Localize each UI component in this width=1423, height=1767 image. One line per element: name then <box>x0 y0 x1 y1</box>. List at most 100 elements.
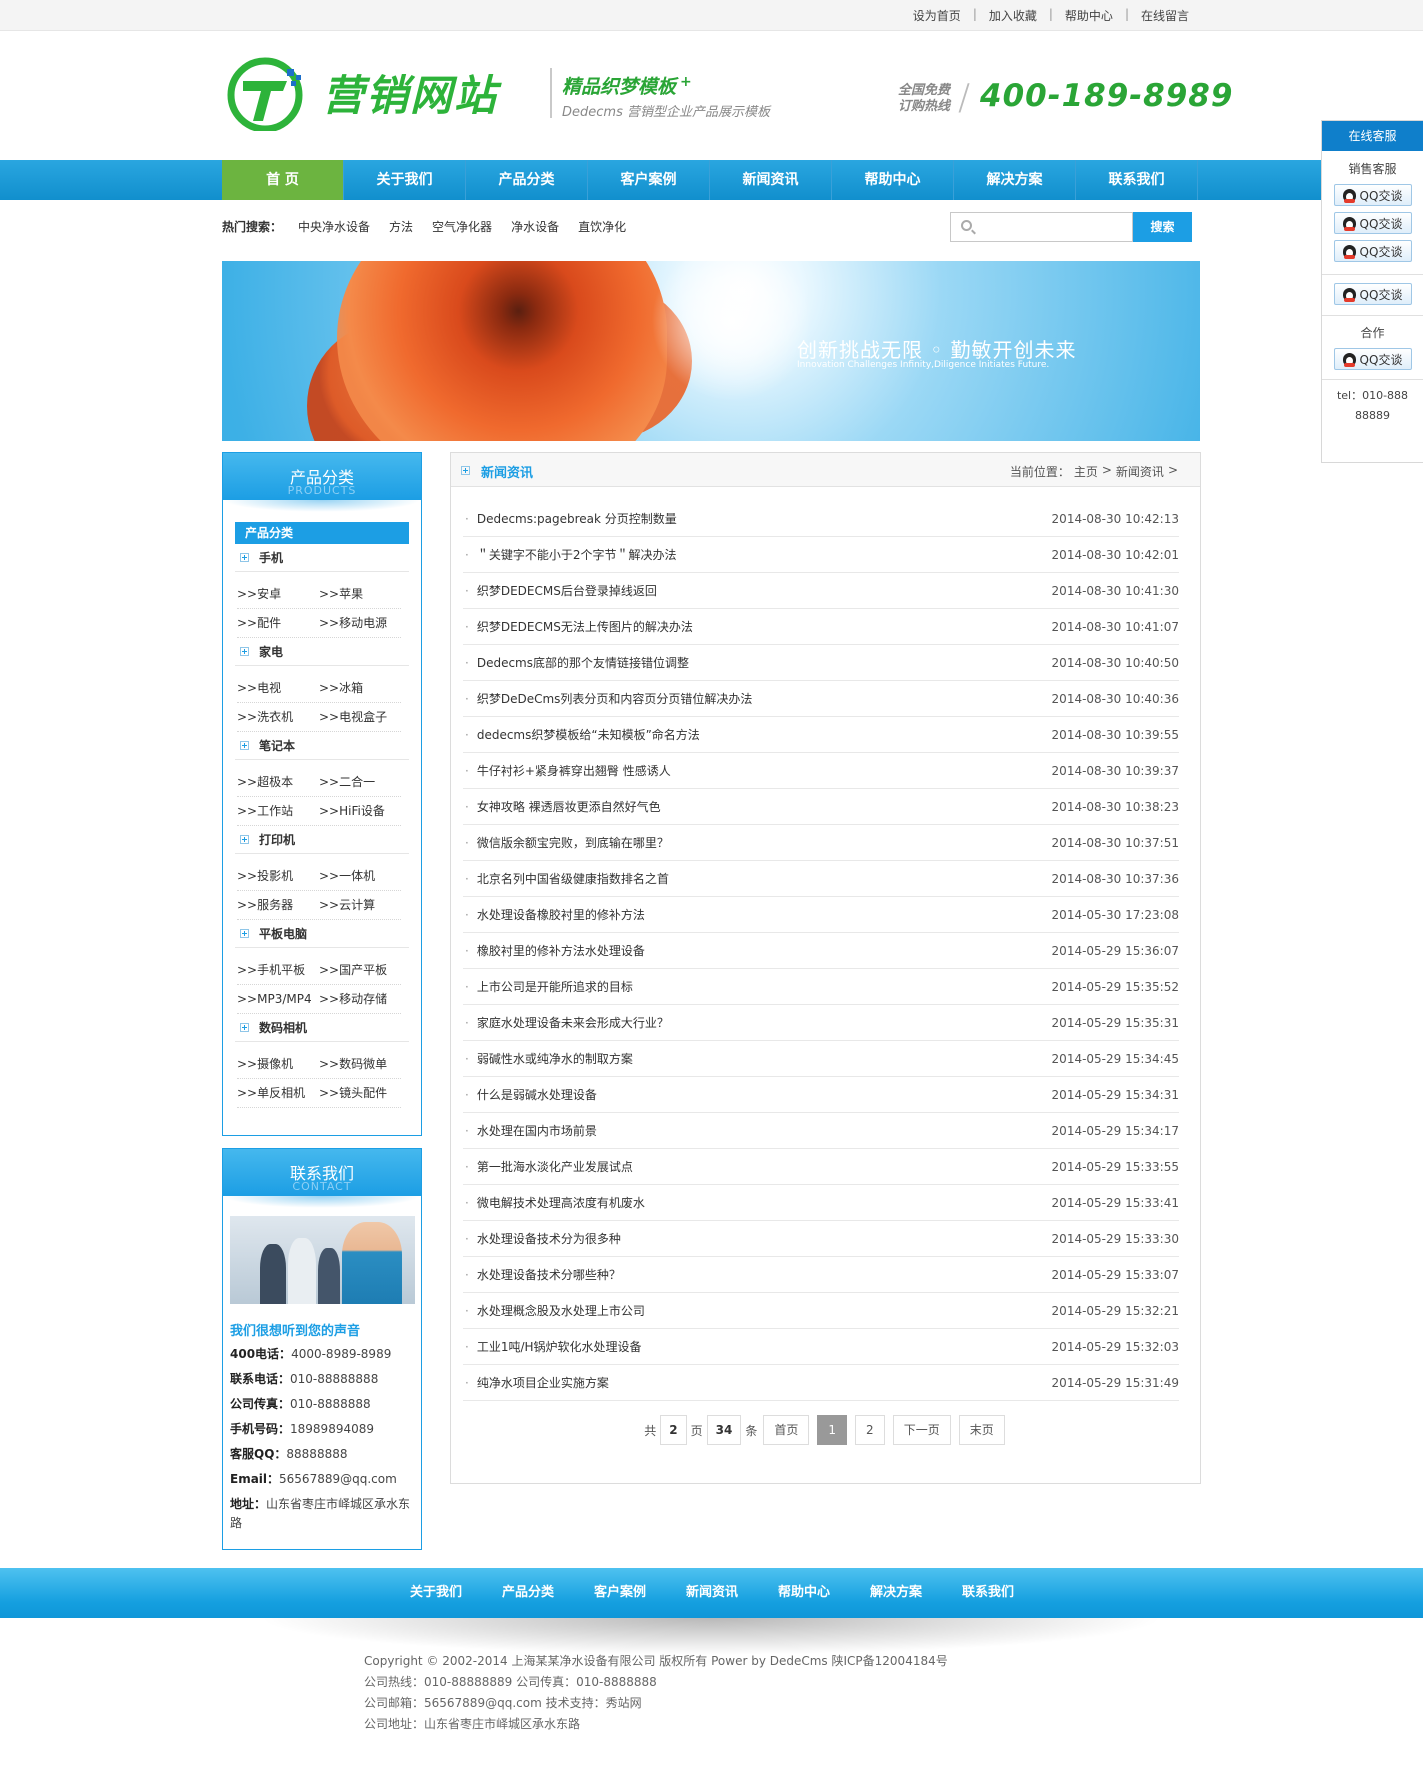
news-row[interactable]: · 北京名列中国省级健康指数排名之首 2014-08-30 10:37:36 <box>463 861 1179 897</box>
nav-item-solutions[interactable]: 解决方案 <box>954 160 1076 200</box>
news-title[interactable]: Dedecms:pagebreak 分页控制数量 <box>477 512 677 526</box>
category-link[interactable]: >>一体机 <box>319 862 401 890</box>
news-row[interactable]: · Dedecms:pagebreak 分页控制数量 2014-08-30 10:4… <box>463 501 1179 537</box>
breadcrumb-home[interactable]: 主页 <box>1074 463 1098 480</box>
category-link[interactable]: >>投影机 <box>237 862 319 890</box>
hot-search-link[interactable]: 净水设备 <box>511 218 559 235</box>
news-row[interactable]: · 织梦DEDECMS无法上传图片的解决办法 2014-08-30 10:41:07 <box>463 609 1179 645</box>
pager-current-page[interactable]: 1 <box>817 1415 848 1445</box>
qq-chat-button[interactable]: QQ交谈 <box>1333 348 1412 370</box>
search-input[interactable] <box>979 217 1129 237</box>
pager-last-button[interactable]: 末页 <box>958 1415 1005 1445</box>
nav-item-cases[interactable]: 客户案例 <box>588 160 710 200</box>
category-link[interactable]: >>二合一 <box>319 768 401 796</box>
news-row[interactable]: · 第一批海水淡化产业发展试点 2014-05-29 15:33:55 <box>463 1149 1179 1185</box>
category-link[interactable]: >>国产平板 <box>319 956 401 984</box>
category-link[interactable]: >>冰箱 <box>319 674 401 702</box>
category-link[interactable]: >>摄像机 <box>237 1050 319 1078</box>
news-title[interactable]: 什么是弱碱水处理设备 <box>477 1088 597 1102</box>
category-link[interactable]: >>云计算 <box>319 891 401 919</box>
online-message-link[interactable]: 在线留言 <box>1129 7 1201 24</box>
news-row[interactable]: · 什么是弱碱水处理设备 2014-05-29 15:34:31 <box>463 1077 1179 1113</box>
news-row[interactable]: · 牛仔衬衫+紧身裤穿出翘臀 性感诱人 2014-08-30 10:39:37 <box>463 753 1179 789</box>
news-row[interactable]: · 微信版余额宝完败，到底输在哪里？ 2014-08-30 10:37:51 <box>463 825 1179 861</box>
nav-item-about[interactable]: 关于我们 <box>344 160 466 200</box>
news-title[interactable]: 弱碱性水或纯净水的制取方案 <box>477 1052 633 1066</box>
category-group-title[interactable]: 手机 <box>235 544 409 572</box>
category-link[interactable]: >>手机平板 <box>237 956 319 984</box>
category-link[interactable]: >>数码微单 <box>319 1050 401 1078</box>
news-title[interactable]: 水处理设备橡胶衬里的修补方法 <box>477 908 645 922</box>
nav-item-news[interactable]: 新闻资讯 <box>710 160 832 200</box>
category-link[interactable]: >>MP3/MP4 <box>237 985 319 1013</box>
news-title[interactable]: 女神攻略 裸透唇妆更添自然好气色 <box>477 800 661 814</box>
news-row[interactable]: · dedecms织梦模板给“未知模板”命名方法 2014-08-30 10:39:… <box>463 717 1179 753</box>
news-title[interactable]: 第一批海水淡化产业发展试点 <box>477 1160 633 1174</box>
hot-search-link[interactable]: 直饮净化 <box>578 218 626 235</box>
nav-item-help[interactable]: 帮助中心 <box>832 160 954 200</box>
category-link[interactable]: >>超极本 <box>237 768 319 796</box>
add-favorite-link[interactable]: 加入收藏 <box>977 7 1049 24</box>
hot-search-link[interactable]: 空气净化器 <box>432 218 492 235</box>
category-link[interactable]: >>洗衣机 <box>237 703 319 731</box>
news-row[interactable]: · Dedecms底部的那个友情链接错位调整 2014-08-30 10:40:50 <box>463 645 1179 681</box>
news-title[interactable]: 水处理设备技术分哪些种？ <box>477 1268 621 1282</box>
news-title[interactable]: Dedecms底部的那个友情链接错位调整 <box>477 656 689 670</box>
logo-icon[interactable] <box>225 55 311 131</box>
nav-item-contact[interactable]: 联系我们 <box>1076 160 1198 200</box>
category-link[interactable]: >>电视盒子 <box>319 703 401 731</box>
footer-link-news[interactable]: 新闻资讯 <box>666 1568 758 1618</box>
footer-link-about[interactable]: 关于我们 <box>390 1568 482 1618</box>
news-title[interactable]: 工业1吨/H锅炉软化水处理设备 <box>477 1340 642 1354</box>
news-row[interactable]: · 织梦DeDeCms列表分页和内容页分页错位解决办法 2014-08-30 10:… <box>463 681 1179 717</box>
category-link[interactable]: >>电视 <box>237 674 319 702</box>
pager-page-2[interactable]: 2 <box>855 1415 885 1445</box>
news-row[interactable]: · ＂关键字不能小于2个字节＂解决办法 2014-08-30 10:42:01 <box>463 537 1179 573</box>
logo-text[interactable]: 营销网站 <box>322 62 498 123</box>
category-link[interactable]: >>安卓 <box>237 580 319 608</box>
category-link[interactable]: >>配件 <box>237 609 319 637</box>
news-title[interactable]: 家庭水处理设备未来会形成大行业？ <box>477 1016 669 1030</box>
news-row[interactable]: · 水处理设备橡胶衬里的修补方法 2014-05-30 17:23:08 <box>463 897 1179 933</box>
help-center-link[interactable]: 帮助中心 <box>1053 7 1125 24</box>
news-title[interactable]: ＂关键字不能小于2个字节＂解决办法 <box>477 548 677 562</box>
news-title[interactable]: 微信版余额宝完败，到底输在哪里？ <box>477 836 669 850</box>
news-row[interactable]: · 弱碱性水或纯净水的制取方案 2014-05-29 15:34:45 <box>463 1041 1179 1077</box>
footer-link-solutions[interactable]: 解决方案 <box>850 1568 942 1618</box>
news-title[interactable]: dedecms织梦模板给“未知模板”命名方法 <box>477 728 700 742</box>
nav-item-home[interactable]: 首 页 <box>222 160 344 200</box>
news-title[interactable]: 牛仔衬衫+紧身裤穿出翘臀 性感诱人 <box>477 764 671 778</box>
footer-link-cases[interactable]: 客户案例 <box>574 1568 666 1618</box>
news-row[interactable]: · 家庭水处理设备未来会形成大行业？ 2014-05-29 15:35:31 <box>463 1005 1179 1041</box>
news-title[interactable]: 微电解技术处理高浓度有机废水 <box>477 1196 645 1210</box>
category-link[interactable]: >>工作站 <box>237 797 319 825</box>
hot-search-link[interactable]: 中央净水设备 <box>298 218 370 235</box>
hot-search-link[interactable]: 方法 <box>389 218 413 235</box>
category-link[interactable]: >>移动电源 <box>319 609 401 637</box>
news-title[interactable]: 织梦DeDeCms列表分页和内容页分页错位解决办法 <box>477 692 753 706</box>
category-link[interactable]: >>镜头配件 <box>319 1079 401 1107</box>
qq-chat-button[interactable]: QQ交谈 <box>1333 212 1412 234</box>
news-row[interactable]: · 水处理在国内市场前景 2014-05-29 15:34:17 <box>463 1113 1179 1149</box>
pager-first-button[interactable]: 首页 <box>763 1415 810 1445</box>
news-row[interactable]: · 纯净水项目企业实施方案 2014-05-29 15:31:49 <box>463 1365 1179 1401</box>
news-title[interactable]: 上市公司是开能所追求的目标 <box>477 980 633 994</box>
news-row[interactable]: · 女神攻略 裸透唇妆更添自然好气色 2014-08-30 10:38:23 <box>463 789 1179 825</box>
news-row[interactable]: · 水处理设备技术分为很多种 2014-05-29 15:33:30 <box>463 1221 1179 1257</box>
news-row[interactable]: · 水处理概念股及水处理上市公司 2014-05-29 15:32:21 <box>463 1293 1179 1329</box>
news-title[interactable]: 织梦DEDECMS无法上传图片的解决办法 <box>477 620 693 634</box>
footer-link-products[interactable]: 产品分类 <box>482 1568 574 1618</box>
category-link[interactable]: >>移动存储 <box>319 985 401 1013</box>
category-link[interactable]: >>单反相机 <box>237 1079 319 1107</box>
news-title[interactable]: 水处理在国内市场前景 <box>477 1124 597 1138</box>
news-title[interactable]: 织梦DEDECMS后台登录掉线返回 <box>477 584 657 598</box>
breadcrumb-news[interactable]: 新闻资讯 <box>1116 463 1164 480</box>
news-row[interactable]: · 水处理设备技术分哪些种？ 2014-05-29 15:33:07 <box>463 1257 1179 1293</box>
news-title[interactable]: 纯净水项目企业实施方案 <box>477 1376 609 1390</box>
news-row[interactable]: · 上市公司是开能所追求的目标 2014-05-29 15:35:52 <box>463 969 1179 1005</box>
news-title[interactable]: 水处理概念股及水处理上市公司 <box>477 1304 645 1318</box>
category-link[interactable]: >>服务器 <box>237 891 319 919</box>
pager-next-button[interactable]: 下一页 <box>892 1415 951 1445</box>
category-link[interactable]: >>苹果 <box>319 580 401 608</box>
news-row[interactable]: · 工业1吨/H锅炉软化水处理设备 2014-05-29 15:32:03 <box>463 1329 1179 1365</box>
